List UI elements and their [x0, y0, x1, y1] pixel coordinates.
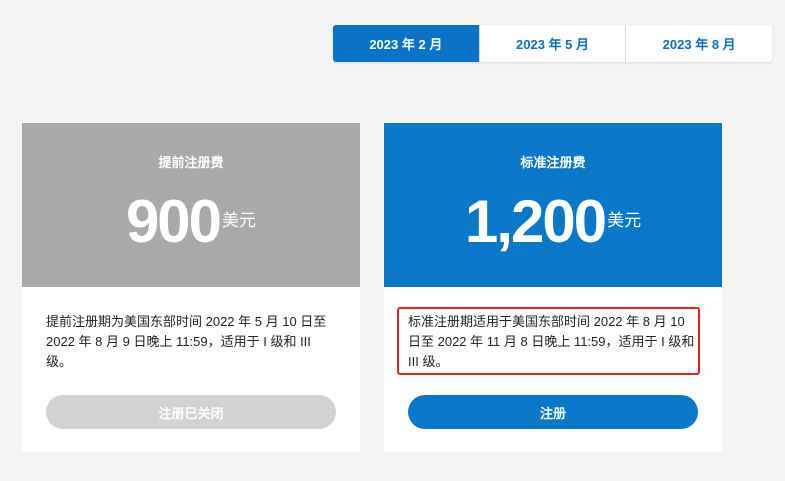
early-price-currency: 美元 [222, 211, 257, 230]
early-price: 900 美元 [22, 189, 360, 255]
tab-2023-may[interactable]: 2023 年 5 月 [478, 25, 626, 62]
date-tabs: 2023 年 2 月 2023 年 5 月 2023 年 8 月 [333, 25, 772, 62]
tab-2023-aug[interactable]: 2023 年 8 月 [625, 25, 772, 62]
early-card-description: 提前注册期为美国东部时间 2022 年 5 月 10 日至 2022 年 8 月… [46, 314, 327, 369]
standard-registration-card: 标准注册费 1,200 美元 标准注册期适用于美国东部时间 2022 年 8 月… [384, 123, 722, 452]
early-card-title: 提前注册费 [158, 155, 224, 170]
standard-card-header: 标准注册费 1,200 美元 [384, 123, 722, 287]
registration-closed-button: 注册已关闭 [46, 395, 336, 429]
standard-card-description: 标准注册期适用于美国东部时间 2022 年 8 月 10 日至 2022 年 1… [408, 314, 695, 369]
standard-price: 1,200 美元 [384, 189, 722, 255]
standard-card-title: 标准注册费 [520, 155, 586, 170]
early-card-header: 提前注册费 900 美元 [22, 123, 360, 287]
standard-price-amount: 1,200 [464, 188, 607, 255]
early-price-amount: 900 [125, 188, 222, 255]
tab-2023-feb[interactable]: 2023 年 2 月 [333, 25, 479, 62]
early-registration-card: 提前注册费 900 美元 提前注册期为美国东部时间 2022 年 5 月 10 … [22, 123, 360, 452]
register-button[interactable]: 注册 [408, 395, 698, 429]
standard-price-currency: 美元 [607, 211, 642, 230]
